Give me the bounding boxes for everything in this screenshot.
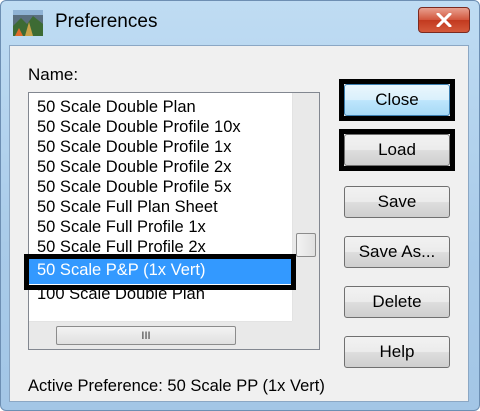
name-label: Name:	[28, 65, 79, 84]
landscape-icon	[13, 10, 43, 36]
list-item[interactable]: 50 Scale Double Profile 1x	[37, 137, 231, 157]
close-window-button[interactable]	[418, 7, 470, 33]
horizontal-scroll-thumb[interactable]: III	[56, 326, 236, 345]
save-as-button[interactable]: Save As...	[344, 236, 450, 268]
vertical-scrollbar[interactable]	[292, 93, 319, 321]
list-item[interactable]: 50 Scale Full Plan Sheet	[37, 197, 218, 217]
list-item[interactable]: 50 Scale Double Plan	[37, 97, 196, 117]
scrollbar-corner	[292, 321, 319, 349]
delete-button[interactable]: Delete	[344, 286, 450, 318]
horizontal-scrollbar[interactable]: III	[29, 321, 292, 349]
close-button[interactable]: Close	[344, 84, 450, 116]
list-item[interactable]: 50 Scale Double Profile 2x	[37, 157, 231, 177]
load-button[interactable]: Load	[344, 134, 450, 166]
list-item-selected[interactable]: 50 Scale P&P (1x Vert)	[29, 257, 292, 284]
list-item[interactable]: 50 Scale Double Profile 10x	[37, 117, 241, 137]
dialog-body: Name: 50 Scale Double Plan 50 Scale Doub…	[9, 45, 469, 402]
active-preference-status: Active Preference: 50 Scale PP (1x Vert)	[28, 377, 325, 395]
scroll-grip: III	[141, 329, 151, 342]
list-item[interactable]: 50 Scale Full Profile 2x	[37, 237, 206, 257]
list-item[interactable]: 50 Scale Full Profile 1x	[37, 217, 206, 237]
list-item[interactable]: 100 Scale Double Plan	[37, 284, 205, 304]
vertical-scroll-thumb[interactable]	[296, 233, 316, 257]
close-x-icon	[436, 13, 452, 27]
help-button[interactable]: Help	[344, 336, 450, 368]
list-items: 50 Scale Double Plan 50 Scale Double Pro…	[29, 93, 292, 321]
title-bar[interactable]: Preferences	[1, 1, 479, 45]
preferences-list[interactable]: 50 Scale Double Plan 50 Scale Double Pro…	[28, 92, 320, 350]
save-button[interactable]: Save	[344, 186, 450, 218]
preferences-dialog: Preferences Name: 50 Scale Double Plan 5…	[0, 0, 480, 411]
window-title: Preferences	[55, 11, 158, 32]
list-item[interactable]: 50 Scale Double Profile 5x	[37, 177, 231, 197]
